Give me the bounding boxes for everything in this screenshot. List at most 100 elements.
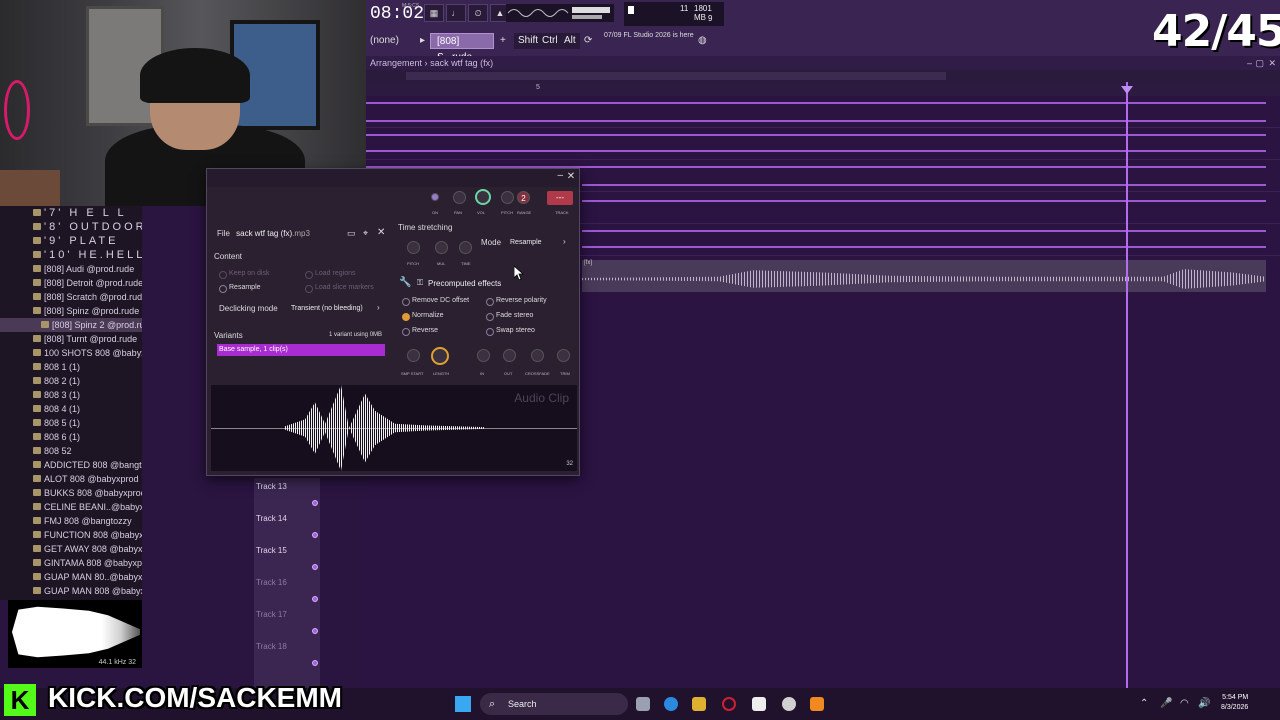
midi-clip[interactable]	[366, 134, 1266, 136]
browser-item[interactable]: 808 2 (1)	[0, 374, 142, 388]
clock[interactable]: 5:54 PM 8/3/2026	[1221, 693, 1248, 713]
remove-file-icon[interactable]: ✕	[377, 227, 385, 238]
trim-knob[interactable]	[557, 349, 570, 362]
ctrl-key-button[interactable]: Ctrl	[538, 33, 562, 49]
track-header[interactable]: Track 14	[254, 510, 320, 542]
mixer-track-button[interactable]: ---	[547, 191, 573, 205]
channel-on-led[interactable]	[431, 193, 439, 201]
browser-item[interactable]: '9' PLATE	[0, 234, 142, 248]
track-mute-led[interactable]	[312, 500, 318, 506]
alt-key-button[interactable]: Alt	[560, 33, 580, 49]
browser-item[interactable]: FUNCTION 808 @babyxprod	[0, 528, 142, 542]
track-header[interactable]: Track 18	[254, 638, 320, 670]
midi-clip[interactable]	[582, 246, 1266, 248]
fade-out-knob[interactable]	[503, 349, 516, 362]
task-view-icon[interactable]	[636, 697, 650, 711]
browser-item[interactable]: GINTAMA 808 @babyxprod	[0, 556, 142, 570]
midi-clip[interactable]	[582, 184, 1266, 186]
minimize-icon[interactable]: –	[1247, 56, 1252, 70]
browser-item[interactable]: '8' OUTDOOR	[0, 220, 142, 234]
browser-item[interactable]: FMJ 808 @bangtozzy	[0, 514, 142, 528]
browser-item[interactable]: GET AWAY 808 @babyxprod	[0, 542, 142, 556]
timeline-ruler[interactable]: 5	[366, 82, 1280, 96]
track-header[interactable]: Track 16	[254, 574, 320, 606]
close-icon[interactable]: ✕	[565, 171, 577, 183]
tempo-icon[interactable]: ♩	[446, 4, 466, 22]
track-header[interactable]: Track 13	[254, 478, 320, 510]
browser-item[interactable]: ADDICTED 808 @bangtozzy	[0, 458, 142, 472]
browser-item[interactable]: '10' HE.HELL	[0, 248, 142, 262]
globe-icon[interactable]: ◍	[698, 33, 707, 49]
browser-item[interactable]: 808 1 (1)	[0, 360, 142, 374]
remove-dc-offset-option[interactable]: Remove DC offset	[402, 297, 469, 306]
pitch-knob[interactable]	[501, 191, 514, 204]
playlist-scrollbar[interactable]	[366, 70, 1280, 82]
track-mute-led[interactable]	[312, 660, 318, 666]
declicking-mode-select[interactable]: Transient (no bleeding)	[289, 302, 385, 315]
playhead-marker[interactable]	[1121, 86, 1133, 94]
load-regions-option[interactable]: Load regions	[305, 270, 355, 279]
resample-option[interactable]: Resample	[219, 284, 261, 293]
track-header[interactable]: Track 17	[254, 606, 320, 638]
browser-item[interactable]: CELINE BEANI..@babyxprod	[0, 500, 142, 514]
playhead-line[interactable]	[1126, 82, 1128, 688]
stretch-pitch-knob[interactable]	[407, 241, 420, 254]
volume-icon[interactable]: 🔊	[1198, 698, 1210, 709]
fl-studio-icon[interactable]	[810, 697, 824, 711]
store-icon[interactable]	[752, 697, 766, 711]
windows-start-icon[interactable]	[455, 696, 471, 712]
range-value[interactable]: 2	[517, 191, 530, 204]
chevron-up-icon[interactable]: ⌃	[1140, 698, 1148, 709]
copilot-icon[interactable]	[664, 697, 678, 711]
browser-item[interactable]: 808 5 (1)	[0, 416, 142, 430]
midi-clip[interactable]	[366, 120, 1266, 122]
news-hint[interactable]: 07/09 FL Studio 2026 is here	[604, 31, 694, 40]
playlist-title-bar[interactable]: Arrangement › sack wtf tag (fx) – ▢ ✕	[366, 56, 1280, 70]
file-name[interactable]: sack wtf tag (fx)	[236, 229, 292, 238]
track-mute-led[interactable]	[312, 564, 318, 570]
stretch-mul-knob[interactable]	[435, 241, 448, 254]
browser-item[interactable]: ALOT 808 @babyxprod	[0, 472, 142, 486]
audio-clip[interactable]: [fx]	[582, 260, 1266, 292]
sample-preview[interactable]: 44.1 kHz 32	[8, 600, 142, 668]
pattern-selector[interactable]: [808] S...rude	[430, 33, 494, 63]
browser-item[interactable]: [808] Turnt @prod.rude	[0, 332, 142, 346]
browser-item[interactable]: 808 52	[0, 444, 142, 458]
sample-start-knob[interactable]	[407, 349, 420, 362]
refresh-icon[interactable]: ⟳	[584, 33, 592, 49]
variant-base-sample[interactable]: Base sample, 1 clip(s)	[217, 344, 385, 356]
keep-on-disk-option[interactable]: Keep on disk	[219, 270, 269, 279]
opera-icon[interactable]	[722, 697, 736, 711]
fade-stereo-option[interactable]: Fade stereo	[486, 312, 533, 321]
sample-waveform-view[interactable]: Audio Clip 32	[211, 385, 577, 471]
restore-icon[interactable]: ▢	[1255, 56, 1264, 70]
fade-in-knob[interactable]	[477, 349, 490, 362]
wrench-icon[interactable]: 🔧	[399, 277, 411, 288]
normalize-option[interactable]: Normalize	[402, 312, 444, 321]
file-explorer-icon[interactable]	[692, 697, 706, 711]
channel-window-titlebar[interactable]: – ✕	[207, 169, 579, 187]
folder-icon[interactable]: ▭	[347, 228, 356, 239]
chevron-right-icon[interactable]: ›	[563, 237, 566, 246]
stretch-time-knob[interactable]	[459, 241, 472, 254]
midi-clip[interactable]	[366, 150, 1266, 152]
reverse-option[interactable]: Reverse	[402, 327, 438, 336]
length-knob[interactable]	[431, 347, 449, 365]
midi-clip[interactable]	[366, 102, 1266, 104]
browser-item[interactable]: BUKKS 808 @babyxprod	[0, 486, 142, 500]
wait-icon[interactable]: ⏲	[468, 4, 488, 22]
close-icon[interactable]: ✕	[1268, 56, 1276, 70]
chevron-right-icon[interactable]: ›	[377, 303, 380, 312]
browser-item[interactable]: GUAP MAN 808 @babyxprod	[0, 584, 142, 598]
midi-clip[interactable]	[582, 230, 1266, 232]
playlist-lane[interactable]	[366, 96, 1280, 128]
midi-clip[interactable]	[582, 200, 1266, 202]
pattern-name[interactable]: sack wtf tag (fx)	[430, 58, 493, 68]
pattern-none-select[interactable]: (none)	[370, 33, 399, 49]
track-mute-led[interactable]	[312, 596, 318, 602]
piano-roll-icon[interactable]: ▦	[424, 4, 444, 22]
obs-icon[interactable]	[782, 697, 796, 711]
browser-item[interactable]: 808 3 (1)	[0, 388, 142, 402]
arrangement-label[interactable]: Arrangement	[370, 58, 422, 68]
track-header[interactable]: Track 15	[254, 542, 320, 574]
